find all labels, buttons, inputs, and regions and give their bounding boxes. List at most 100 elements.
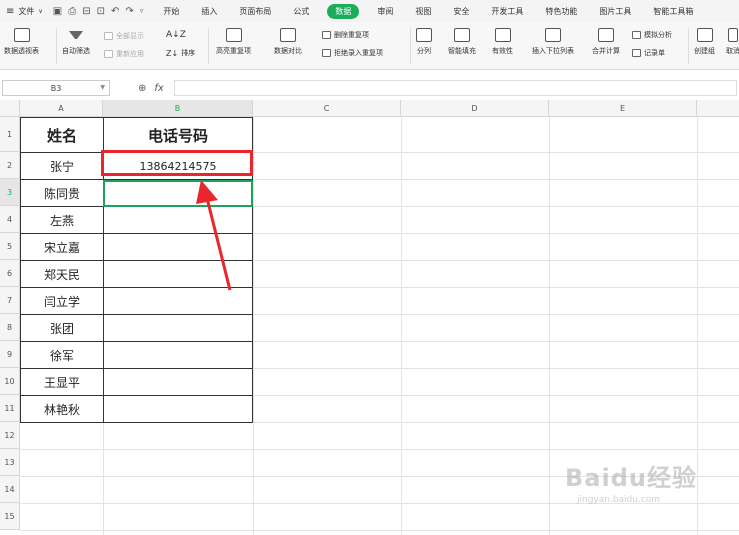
row-header-8[interactable]: 8: [0, 314, 20, 341]
column-header-b[interactable]: B: [103, 100, 253, 117]
tab-formulas[interactable]: 公式: [289, 4, 313, 19]
cell-b4[interactable]: [104, 207, 252, 233]
customize-icon[interactable]: ▿: [140, 7, 144, 15]
cancel-group-label: 取消: [726, 47, 739, 55]
cell-b10[interactable]: [104, 369, 252, 395]
split-column-button[interactable]: 分列: [416, 28, 432, 56]
redo-icon[interactable]: ↷: [125, 6, 133, 17]
row-header-10[interactable]: 10: [0, 368, 20, 395]
cell-a2[interactable]: 张宁: [21, 153, 103, 179]
row-header-3[interactable]: 3: [0, 179, 20, 206]
row-header-1[interactable]: 1: [0, 117, 20, 152]
table-border: [252, 117, 253, 422]
undo-icon[interactable]: ↶: [111, 6, 119, 17]
tab-features[interactable]: 特色功能: [541, 4, 581, 19]
remove-duplicates-icon: [322, 31, 331, 39]
print-icon[interactable]: ⊟: [82, 6, 90, 17]
filter-icon: [69, 31, 83, 39]
name-box[interactable]: B3 ▼: [2, 80, 110, 96]
row-header-6[interactable]: 6: [0, 260, 20, 287]
quick-access-toolbar: ▣ ⎙ ⊟ ⊡ ↶ ↷ ▿: [53, 6, 144, 17]
sort-asc-button[interactable]: A↓Z: [166, 30, 186, 40]
row-header-12[interactable]: 12: [0, 422, 20, 449]
function-icon[interactable]: fx: [154, 83, 163, 94]
row-header-15[interactable]: 15: [0, 503, 20, 530]
row-header-11[interactable]: 11: [0, 395, 20, 422]
cell-a10[interactable]: 王显平: [21, 369, 103, 395]
data-ribbon: 数据透视表 自动筛选 全部显示 重新应用 A↓Z Z↓ 排序 高亮重复项 数据对…: [0, 22, 739, 70]
row-header-14[interactable]: 14: [0, 476, 20, 503]
chevron-down-icon[interactable]: ∨: [38, 8, 42, 15]
row-header-5[interactable]: 5: [0, 233, 20, 260]
autofilter-button[interactable]: 自动筛选: [62, 28, 90, 56]
tab-data[interactable]: 数据: [327, 3, 360, 19]
row-header-13[interactable]: 13: [0, 449, 20, 476]
cell-b1-header-phone[interactable]: 电话号码: [104, 118, 252, 152]
menu-icon[interactable]: ≡: [6, 6, 14, 17]
cell-a6[interactable]: 郑天民: [21, 261, 103, 287]
tab-developer[interactable]: 开发工具: [487, 4, 527, 19]
cell-b9[interactable]: [104, 342, 252, 368]
cell-b11[interactable]: [104, 396, 252, 422]
reapply-button[interactable]: 重新应用: [104, 49, 144, 59]
sort-button[interactable]: Z↓ 排序: [166, 48, 195, 58]
create-group-button[interactable]: 创建组: [694, 28, 715, 56]
reject-duplicates-button[interactable]: 拒绝录入重复项: [322, 48, 383, 58]
tab-home[interactable]: 开始: [159, 4, 183, 19]
cell-a8[interactable]: 张团: [21, 315, 103, 341]
cell-a1-header-name[interactable]: 姓名: [21, 118, 103, 152]
row-header-4[interactable]: 4: [0, 206, 20, 233]
data-compare-button[interactable]: 数据对比: [274, 28, 302, 56]
reapply-label: 重新应用: [116, 50, 144, 58]
what-if-analysis-button[interactable]: 模拟分析: [632, 30, 672, 40]
highlight-duplicates-button[interactable]: 高亮重复项: [216, 28, 251, 56]
row-header-2[interactable]: 2: [0, 152, 20, 179]
smart-fill-button[interactable]: 智能填充: [448, 28, 476, 56]
tab-picture-tools[interactable]: 图片工具: [595, 4, 635, 19]
chevron-down-icon[interactable]: ▼: [100, 84, 105, 91]
record-form-button[interactable]: 记录单: [632, 48, 665, 58]
cell-a3[interactable]: 陈同贵: [21, 180, 103, 206]
column-header-c[interactable]: C: [253, 100, 401, 117]
zoom-icon[interactable]: ⊕: [138, 83, 146, 94]
tab-view[interactable]: 视图: [411, 4, 435, 19]
cell-b7[interactable]: [104, 288, 252, 314]
cell-b6[interactable]: [104, 261, 252, 287]
row-header-9[interactable]: 9: [0, 341, 20, 368]
pivot-table-icon: [13, 28, 30, 42]
pivot-table-button[interactable]: 数据透视表: [4, 28, 39, 56]
column-header-d[interactable]: D: [401, 100, 549, 117]
show-all-button[interactable]: 全部显示: [104, 31, 144, 41]
formula-input[interactable]: [173, 80, 737, 96]
worksheet-grid[interactable]: A B C D E 1 2 3 4 5 6 7 8 9 10 11 12 13 …: [0, 100, 739, 535]
consolidate-button[interactable]: 合并计算: [592, 28, 620, 56]
tab-review[interactable]: 审阅: [373, 4, 397, 19]
cell-a11[interactable]: 林艳秋: [21, 396, 103, 422]
data-compare-label: 数据对比: [274, 47, 302, 55]
tab-page-layout[interactable]: 页面布局: [235, 4, 275, 19]
cell-a9[interactable]: 徐军: [21, 342, 103, 368]
print-preview-icon[interactable]: ⎙: [68, 6, 76, 17]
tab-smart-toolbox[interactable]: 智能工具箱: [649, 4, 697, 19]
insert-dropdown-button[interactable]: 插入下拉列表: [532, 28, 574, 56]
tab-insert[interactable]: 插入: [197, 4, 221, 19]
cell-a7[interactable]: 闫立学: [21, 288, 103, 314]
cell-b8[interactable]: [104, 315, 252, 341]
select-all-corner[interactable]: [0, 100, 20, 117]
cell-a5[interactable]: 宋立嘉: [21, 234, 103, 260]
file-menu[interactable]: ≡ 文件 ∨: [0, 6, 43, 17]
export-icon[interactable]: ⊡: [97, 6, 105, 17]
row-header-7[interactable]: 7: [0, 287, 20, 314]
cell-b5[interactable]: [104, 234, 252, 260]
save-icon[interactable]: ▣: [53, 6, 62, 17]
column-header-f[interactable]: [697, 100, 739, 117]
cell-b2[interactable]: 13864214575: [104, 153, 252, 179]
tab-security[interactable]: 安全: [449, 4, 473, 19]
file-menu-label[interactable]: 文件: [18, 6, 34, 17]
column-header-a[interactable]: A: [20, 100, 103, 117]
remove-duplicates-button[interactable]: 删除重复项: [322, 30, 369, 40]
validity-button[interactable]: 有效性: [492, 28, 513, 56]
cell-a4[interactable]: 左燕: [21, 207, 103, 233]
cancel-group-button[interactable]: 取消: [726, 28, 739, 56]
column-header-e[interactable]: E: [549, 100, 697, 117]
